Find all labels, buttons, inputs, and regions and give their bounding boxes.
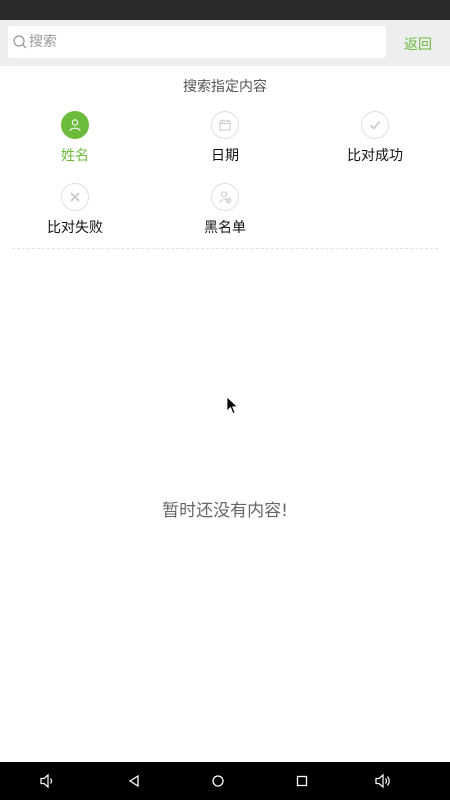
recents-icon[interactable] xyxy=(292,771,312,791)
filter-label: 姓名 xyxy=(61,148,89,164)
search-input[interactable] xyxy=(29,28,349,56)
filter-date[interactable]: 日期 xyxy=(165,111,285,165)
volume-down-icon[interactable] xyxy=(38,771,58,791)
filter-label: 黑名单 xyxy=(204,220,246,236)
filter-blacklist[interactable]: 黑名单 xyxy=(165,183,285,237)
empty-message: 暂时还没有内容! xyxy=(162,501,288,521)
back-icon[interactable] xyxy=(124,771,144,791)
navigation-bar xyxy=(0,762,450,800)
mouse-cursor-icon xyxy=(226,396,239,415)
person-icon xyxy=(61,111,89,139)
calendar-icon xyxy=(211,111,239,139)
home-icon[interactable] xyxy=(208,771,228,791)
filter-label: 比对失败 xyxy=(47,220,103,236)
filter-label: 比对成功 xyxy=(347,148,403,164)
search-box[interactable] xyxy=(8,26,386,58)
back-button[interactable]: 返回 xyxy=(404,34,432,54)
filter-name[interactable]: 姓名 xyxy=(15,111,135,165)
divider xyxy=(12,248,438,249)
volume-up-icon[interactable] xyxy=(374,771,394,791)
status-bar xyxy=(0,0,450,20)
search-bar: 返回 xyxy=(0,20,450,66)
search-icon xyxy=(13,35,27,49)
section-title: 搜索指定内容 xyxy=(183,79,267,95)
cross-icon xyxy=(61,183,89,211)
filter-match-success[interactable]: 比对成功 xyxy=(315,111,435,165)
person-block-icon xyxy=(211,183,239,211)
filter-label: 日期 xyxy=(211,148,239,164)
filter-match-failure[interactable]: 比对失败 xyxy=(15,183,135,237)
check-icon xyxy=(361,111,389,139)
